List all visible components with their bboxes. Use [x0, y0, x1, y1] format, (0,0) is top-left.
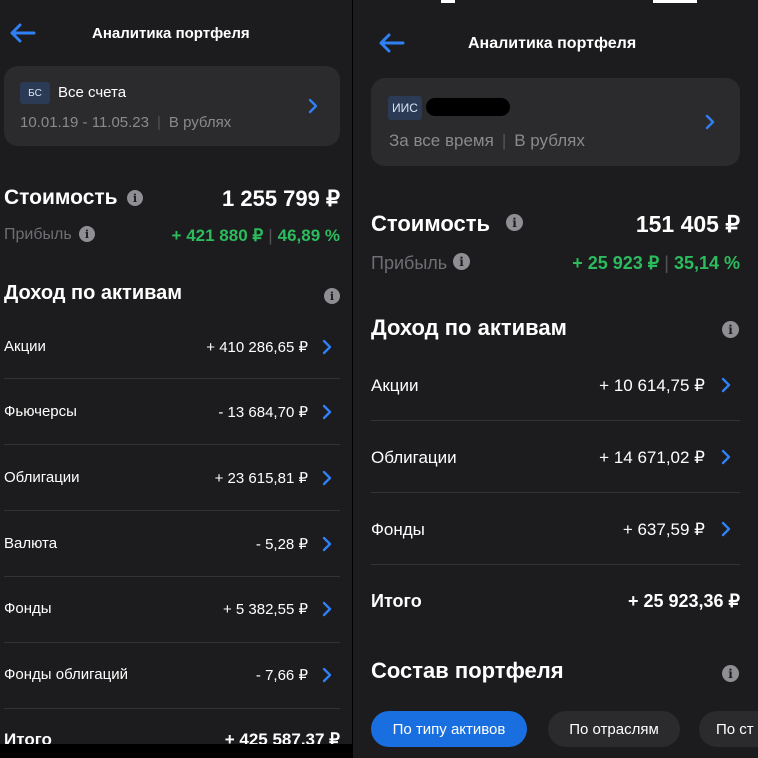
value-label: Стоимость	[4, 186, 118, 209]
row-label: Облигации	[4, 469, 80, 486]
account-card[interactable]: ИИС За все время | В рублях	[371, 78, 740, 166]
portfolio-value: 1 255 799 ₽	[222, 186, 340, 211]
info-icon[interactable]: i	[722, 665, 739, 682]
profit-values: + 25 923 ₽ | 35,14 %	[572, 253, 740, 274]
chevron-right-icon	[721, 449, 731, 465]
row-label: Фьючерсы	[4, 403, 77, 420]
bottom-bar	[0, 744, 352, 758]
separator: |	[157, 114, 161, 131]
row-label: Акции	[371, 376, 419, 395]
chevron-right-icon	[322, 470, 332, 486]
composition-section-title: Состав портфеля	[371, 658, 564, 683]
info-icon[interactable]: i	[722, 321, 739, 338]
info-icon[interactable]: i	[506, 214, 523, 231]
status-bar-fragment	[653, 0, 697, 3]
chevron-right-icon	[705, 114, 715, 130]
profit-percent: 35,14 %	[673, 253, 740, 273]
right-screen: Аналитика портфеля ИИС За все время | В ру…	[353, 0, 758, 758]
info-icon[interactable]: i	[453, 253, 470, 270]
row-label: Фонды облигаций	[4, 666, 128, 683]
row-label: Фонды	[4, 600, 52, 617]
account-period: За все время	[389, 131, 494, 150]
total-value: + 25 923,36 ₽	[627, 591, 740, 611]
value-label: Стоимость	[371, 211, 491, 236]
divider	[4, 708, 340, 709]
info-icon[interactable]: i	[127, 190, 143, 206]
row-value: + 410 286,65 ₽	[206, 339, 308, 356]
total-label: Итого	[371, 591, 422, 611]
account-currency: В рублях	[514, 131, 585, 150]
row-value: - 7,66 ₽	[255, 667, 308, 684]
chevron-right-icon	[322, 667, 332, 683]
account-currency: В рублях	[168, 114, 232, 131]
row-value: + 637,59 ₽	[622, 520, 705, 539]
chevron-right-icon	[721, 521, 731, 537]
income-section-title: Доход по активам	[371, 315, 567, 340]
account-badge: ИИС	[388, 96, 422, 120]
row-value: + 23 615,81 ₽	[214, 470, 308, 487]
profit-percent: 46,89 %	[277, 226, 340, 245]
page-title: Аналитика портфеля	[92, 25, 250, 42]
separator: |	[664, 253, 669, 273]
chevron-right-icon	[721, 377, 731, 393]
profit-label: Прибыль	[371, 253, 448, 273]
income-row-bonds[interactable]: Облигации + 14 671,02 ₽	[353, 421, 758, 493]
back-arrow-icon[interactable]	[8, 22, 36, 44]
row-label: Акции	[4, 338, 46, 355]
divider	[371, 564, 740, 565]
row-label: Фонды	[371, 520, 425, 539]
tab-by-industry[interactable]: По отраслям	[548, 711, 680, 747]
profit-amount: + 421 880 ₽	[171, 226, 264, 245]
row-label: Валюта	[4, 535, 58, 552]
row-label: Облигации	[371, 448, 457, 467]
separator: |	[268, 226, 273, 245]
income-row-stocks[interactable]: Акции + 10 614,75 ₽	[353, 349, 758, 421]
info-icon[interactable]: i	[79, 226, 95, 242]
row-value: - 13 684,70 ₽	[218, 404, 308, 421]
account-details: 10.01.19 - 11.05.23 | В рублях	[20, 114, 231, 131]
row-value: + 5 382,55 ₽	[222, 601, 308, 618]
row-value: + 10 614,75 ₽	[599, 376, 705, 395]
income-row-futures[interactable]: Фьючерсы - 13 684,70 ₽	[0, 379, 352, 445]
income-row-stocks[interactable]: Акции + 410 286,65 ₽	[0, 313, 352, 379]
info-icon[interactable]: i	[324, 288, 340, 304]
row-value: - 5,28 ₽	[255, 536, 308, 553]
back-arrow-icon[interactable]	[377, 32, 405, 54]
chevron-right-icon	[308, 98, 318, 114]
left-screen: Аналитика портфеля БС Все счета 10.01.19…	[0, 0, 352, 758]
status-bar-fragment	[441, 0, 455, 3]
redacted-account-name	[426, 98, 510, 116]
profit-amount: + 25 923 ₽	[572, 253, 660, 273]
page-title: Аналитика портфеля	[468, 35, 637, 52]
account-name: Все счета	[58, 84, 127, 101]
chevron-right-icon	[322, 339, 332, 355]
account-period: 10.01.19 - 11.05.23	[20, 114, 149, 131]
account-details: За все время | В рублях	[389, 131, 585, 151]
income-row-bonds[interactable]: Облигации + 23 615,81 ₽	[0, 445, 352, 511]
profit-values: + 421 880 ₽ | 46,89 %	[172, 226, 340, 246]
chevron-right-icon	[322, 404, 332, 420]
portfolio-value: 151 405 ₽	[635, 211, 740, 237]
tab-by-asset-type[interactable]: По типу активов	[371, 711, 527, 747]
row-value: + 14 671,02 ₽	[599, 448, 705, 467]
tab-by-country[interactable]: По ст	[699, 711, 758, 747]
income-row-funds[interactable]: Фонды + 637,59 ₽	[353, 493, 758, 565]
account-card[interactable]: БС Все счета 10.01.19 - 11.05.23 | В рубля…	[4, 66, 340, 146]
chevron-right-icon	[322, 536, 332, 552]
income-section-title: Доход по активам	[4, 282, 183, 304]
income-row-funds[interactable]: Фонды + 5 382,55 ₽	[0, 577, 352, 643]
account-badge: БС	[20, 82, 50, 104]
profit-label: Прибыль	[4, 226, 72, 243]
separator: |	[501, 131, 507, 150]
income-row-bond-funds[interactable]: Фонды облигаций - 7,66 ₽	[0, 643, 352, 709]
chevron-right-icon	[322, 601, 332, 617]
income-row-currency[interactable]: Валюта - 5,28 ₽	[0, 511, 352, 577]
